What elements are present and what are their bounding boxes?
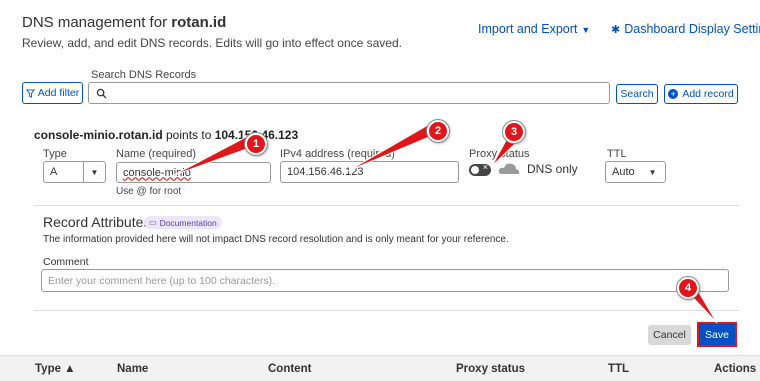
annotation-arrow-1 (171, 136, 253, 177)
annotation-badge-4: 4 (677, 277, 699, 299)
annotation-arrow-2 (347, 124, 435, 172)
annotation-badge-3: 3 (503, 121, 525, 143)
annotation-badge-1: 1 (245, 133, 267, 155)
annotation-badge-2: 2 (427, 120, 449, 142)
annotation-arrows (171, 124, 718, 324)
